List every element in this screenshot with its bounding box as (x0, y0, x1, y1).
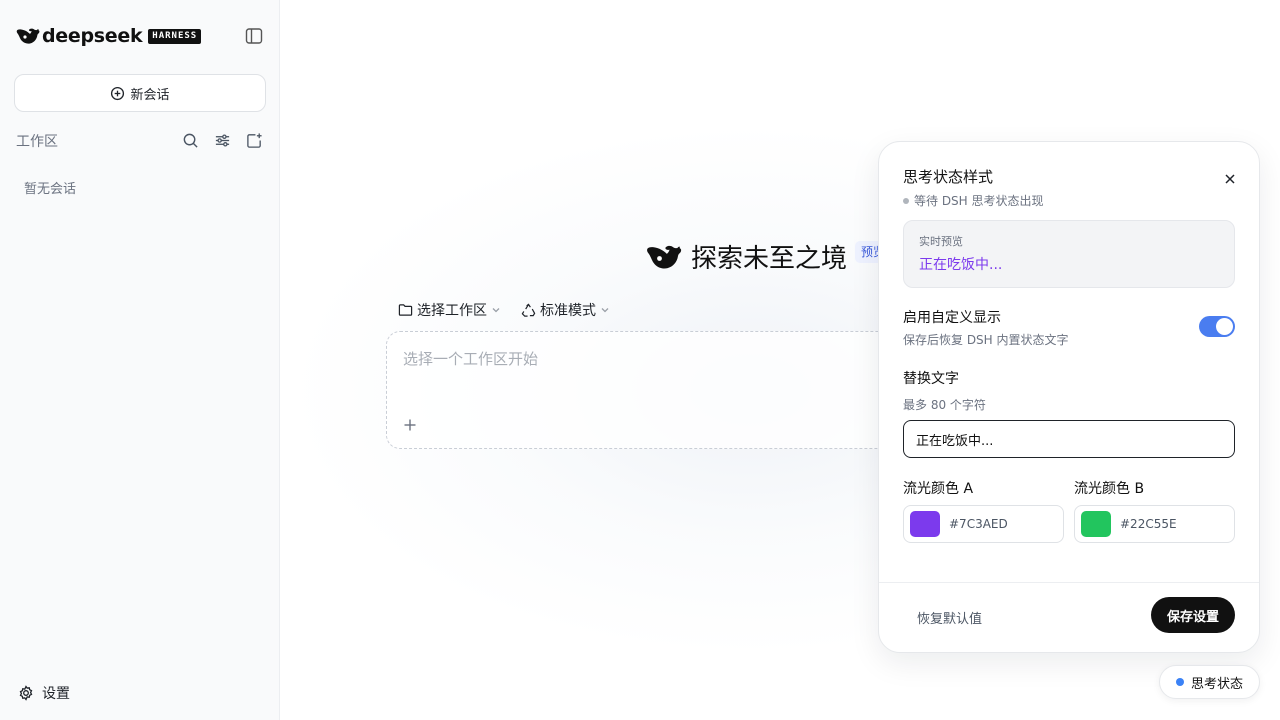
prompt-placeholder: 选择一个工作区开始 (403, 350, 539, 368)
new-chat-button[interactable]: 新会话 (14, 74, 266, 112)
search-icon[interactable] (180, 130, 200, 150)
color-b-swatch[interactable] (1081, 511, 1111, 537)
whale-logo-icon (647, 245, 682, 269)
color-a-label: 流光颜色 A (903, 481, 974, 497)
add-folder-icon[interactable] (244, 130, 264, 150)
custom-display-title: 启用自定义显示 (903, 310, 1001, 326)
brand-name: deepseek (42, 25, 143, 47)
toggle-knob (1216, 318, 1233, 335)
status-dot (903, 197, 909, 204)
plus-icon (404, 419, 416, 431)
chevron-down-icon (601, 308, 609, 313)
brand-logo[interactable]: deepseek HARNESS (16, 24, 202, 48)
color-a-hex: #7C3AED (949, 517, 1008, 531)
live-preview-label: 实时预览 (919, 235, 963, 248)
hero-heading: 探索未至之境 (646, 238, 847, 275)
custom-display-subtitle: 保存后恢复 DSH 内置状态文字 (903, 333, 1069, 347)
status-dot (1175, 678, 1184, 686)
workspace-select-label: 选择工作区 (417, 303, 487, 319)
empty-sessions-text: 暂无会话 (24, 182, 77, 197)
color-a-picker[interactable]: #7C3AED (903, 505, 1064, 543)
reset-defaults-button[interactable]: 恢复默认值 (917, 608, 982, 627)
brand-badge: HARNESS (148, 28, 202, 44)
hero-title: 探索未至之境 (691, 244, 848, 274)
workspace-select[interactable]: 选择工作区 (398, 300, 501, 320)
thinking-status-label: 思考状态 (1190, 676, 1243, 692)
mode-select[interactable]: 标准模式 (521, 300, 610, 320)
replace-text-title: 替换文字 (903, 371, 959, 387)
color-a-swatch[interactable] (910, 511, 940, 537)
composer-selectors: 选择工作区 标准模式 (398, 300, 630, 320)
panel-divider (879, 582, 1259, 583)
new-chat-label: 新会话 (130, 87, 170, 103)
plus-circle-icon (111, 86, 125, 100)
live-preview-value: 正在吃饭中... (919, 257, 1003, 273)
panel-title: 思考状态样式 (903, 168, 994, 186)
save-settings-button[interactable]: 保存设置 (1151, 597, 1235, 633)
color-b-hex: #22C55E (1120, 517, 1177, 531)
live-preview-card: 实时预览 正在吃饭中... (903, 220, 1235, 288)
workspace-label: 工作区 (16, 134, 58, 150)
color-b-picker[interactable]: #22C55E (1074, 505, 1235, 543)
panel-status-text: 等待 DSH 思考状态出现 (914, 194, 1044, 208)
thinking-status-button[interactable]: 思考状态 (1159, 665, 1260, 699)
sidebar-toggle-icon[interactable] (244, 26, 264, 46)
replace-text-input[interactable] (903, 420, 1235, 458)
settings-button[interactable]: 设置 (18, 683, 70, 703)
replace-text-hint: 最多 80 个字符 (903, 398, 986, 412)
thinking-style-panel: 思考状态样式 等待 DSH 思考状态出现 实时预览 正在吃饭中... 启用自定义… (878, 141, 1260, 653)
folder-icon (398, 304, 413, 316)
chevron-down-icon (492, 308, 500, 313)
custom-display-toggle[interactable] (1199, 316, 1235, 337)
gear-icon (19, 685, 33, 701)
color-b-label: 流光颜色 B (1074, 481, 1145, 497)
prompt-input-box[interactable]: 选择一个工作区开始 (386, 331, 926, 449)
settings-label: 设置 (42, 686, 70, 702)
recycle-icon (521, 303, 536, 317)
close-icon[interactable] (1221, 170, 1239, 188)
whale-logo-icon (16, 28, 40, 44)
mode-select-label: 标准模式 (540, 303, 596, 319)
panel-status: 等待 DSH 思考状态出现 (903, 192, 1044, 209)
filter-sliders-icon[interactable] (212, 130, 232, 150)
sidebar: deepseek HARNESS 新会话 工作区 暂无会话 设置 (0, 0, 280, 720)
attach-plus-button[interactable] (399, 414, 421, 436)
